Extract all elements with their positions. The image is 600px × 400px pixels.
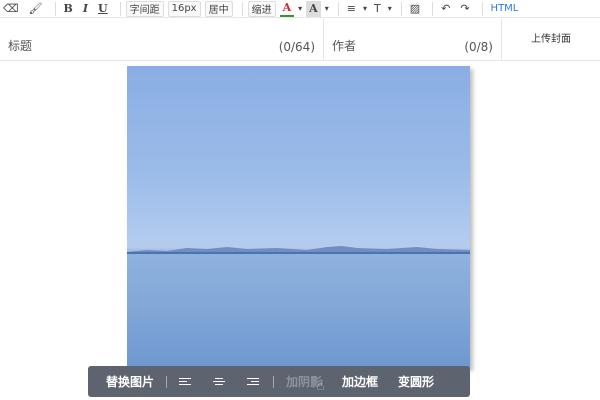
make-round-button[interactable]: 变圆形 [398,373,434,390]
author-label: 作者 [332,39,357,53]
list-button[interactable]: ≡ [344,1,359,17]
divider [400,1,402,16]
align-right-icon[interactable] [247,376,260,387]
author-count: (0/8) [464,40,493,54]
image-toolbar: 替换图片 加阴影 加边框 变圆形 [88,366,470,397]
align-left-icon[interactable] [179,376,192,387]
chevron-down-icon[interactable]: ▾ [363,4,367,13]
selected-image[interactable] [127,66,470,368]
divider [166,375,168,388]
divider [432,1,434,16]
replace-image-button[interactable]: 替换图片 [106,373,154,390]
divider [241,1,243,16]
horizon-landscape [127,246,470,254]
title-count: (0/64) [278,40,315,54]
bg-color-button[interactable]: A [306,0,321,17]
undo-icon[interactable]: ↶ [438,1,453,17]
eraser-icon[interactable]: ⌫ [0,1,22,17]
align-center-icon[interactable] [213,376,226,387]
divider [54,1,56,16]
redo-icon[interactable]: ↷ [457,1,472,17]
divider [481,1,483,16]
font-size-button[interactable]: 16px [167,0,201,17]
image-icon[interactable]: ▨ [407,1,423,17]
letter-spacing-button[interactable]: 字间距 [125,0,164,17]
italic-button[interactable]: I [80,1,91,17]
divider [337,1,339,16]
chevron-down-icon[interactable]: ▾ [298,4,302,13]
chevron-down-icon[interactable]: ▾ [388,4,392,13]
divider [273,375,275,388]
underline-button[interactable]: U [95,1,111,17]
center-button[interactable]: 居中 [204,0,233,17]
title-field[interactable]: 标题 (0/64) [0,19,324,60]
article-fields: 标题 (0/64) 作者 (0/8) 上传封面 [0,19,600,61]
editor-toolbar: ⌫ 🖌 B I U 字间距 16px 居中 缩进 A ▾ A ▾ ≡ ▾ T ▾ ▨ ↶… [0,0,600,18]
bold-button[interactable]: B [61,1,76,17]
font-color-button[interactable]: A [279,1,295,17]
format-brush-icon[interactable]: 🖌 [26,1,46,17]
author-field[interactable]: 作者 (0/8) [324,19,502,60]
title-label: 标题 [8,39,33,53]
text-style-button[interactable]: T [371,1,384,17]
add-border-button[interactable]: 加边框 [342,373,378,390]
indent-button[interactable]: 缩进 [247,0,276,17]
upload-cover-button[interactable]: 上传封面 [502,19,600,60]
chevron-down-icon[interactable]: ▾ [325,4,329,13]
divider [119,1,121,16]
html-button[interactable]: HTML [488,1,522,17]
hand-cursor-icon: ☝ [316,378,325,394]
